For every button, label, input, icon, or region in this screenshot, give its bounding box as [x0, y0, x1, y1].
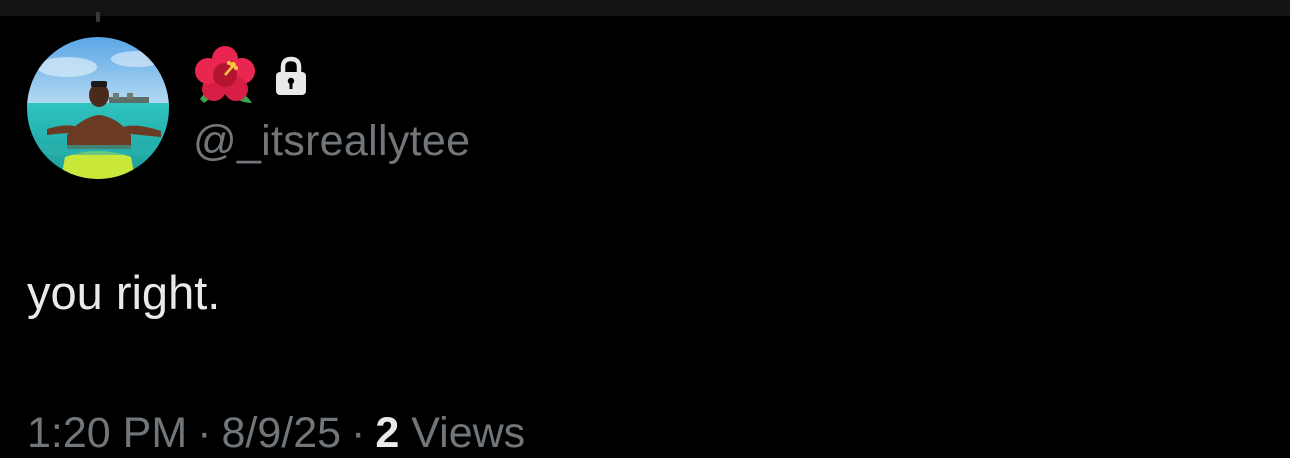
- top-tick: [96, 12, 100, 22]
- meta-separator-2: ·: [351, 409, 366, 457]
- meta-separator: ·: [197, 409, 212, 457]
- display-name-row[interactable]: [194, 44, 308, 108]
- tweet-text: you right.: [27, 266, 221, 319]
- top-strip: [0, 0, 1290, 16]
- hibiscus-emoji-icon: [194, 45, 256, 107]
- avatar-photo: [27, 37, 169, 179]
- user-handle[interactable]: @_itsreallytee: [193, 116, 470, 166]
- tweet-meta: 1:20 PM · 8/9/25 · 2 Views: [27, 408, 525, 458]
- avatar[interactable]: [27, 37, 169, 179]
- tweet-time[interactable]: 1:20 PM: [27, 409, 187, 457]
- views-count[interactable]: 2: [375, 409, 399, 457]
- lock-icon: [274, 55, 308, 97]
- tweet-date[interactable]: 8/9/25: [221, 409, 341, 457]
- views-label: Views: [411, 409, 526, 457]
